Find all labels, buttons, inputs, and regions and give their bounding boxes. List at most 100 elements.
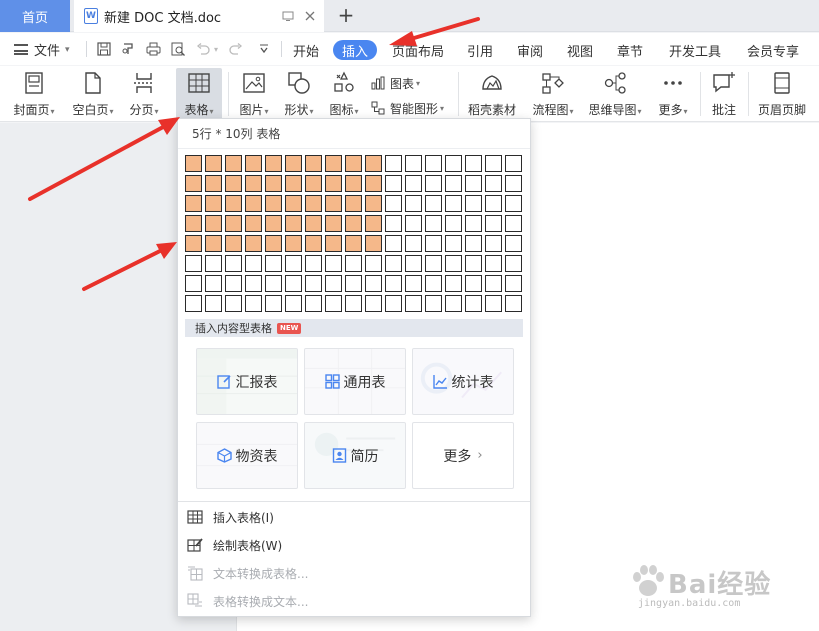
table-grid-cell[interactable] — [425, 255, 442, 272]
table-grid-cell[interactable] — [325, 255, 342, 272]
tab-review[interactable]: 审阅 — [516, 40, 544, 60]
print-icon[interactable] — [145, 41, 161, 57]
table-grid-cell[interactable] — [325, 175, 342, 192]
tab-member-exclusive[interactable]: 会员专享 — [746, 40, 800, 60]
table-grid-cell[interactable] — [385, 215, 402, 232]
more-button[interactable]: 更多▾ — [653, 68, 693, 120]
table-grid-cell[interactable] — [325, 155, 342, 172]
table-grid-cell[interactable] — [265, 275, 282, 292]
table-grid-cell[interactable] — [445, 155, 462, 172]
picture-button[interactable]: 图片▾ — [234, 68, 274, 120]
docer-material-button[interactable]: 稻壳素材 — [464, 68, 520, 120]
table-grid-cell[interactable] — [405, 175, 422, 192]
more-tables-card[interactable]: 更多 › — [412, 422, 514, 489]
table-grid-cell[interactable] — [485, 275, 502, 292]
file-menu-button[interactable]: 文件 ▾ — [14, 40, 70, 59]
smart-graphic-button[interactable]: 智能图形 ▾ — [371, 99, 444, 117]
table-grid-cell[interactable] — [225, 235, 242, 252]
table-grid-cell[interactable] — [365, 155, 382, 172]
table-grid-cell[interactable] — [305, 275, 322, 292]
table-grid-cell[interactable] — [425, 275, 442, 292]
table-grid-cell[interactable] — [205, 155, 222, 172]
table-grid-cell[interactable] — [465, 295, 482, 312]
table-grid-cell[interactable] — [265, 155, 282, 172]
table-grid-cell[interactable] — [325, 215, 342, 232]
table-grid-cell[interactable] — [185, 275, 202, 292]
table-grid-cell[interactable] — [305, 195, 322, 212]
table-grid-cell[interactable] — [225, 175, 242, 192]
table-grid-cell[interactable] — [325, 235, 342, 252]
table-grid-cell[interactable] — [465, 215, 482, 232]
table-grid-cell[interactable] — [365, 195, 382, 212]
table-grid-cell[interactable] — [205, 195, 222, 212]
home-tab[interactable]: 首页 — [0, 0, 70, 32]
table-grid-cell[interactable] — [425, 295, 442, 312]
insert-table-menu-item[interactable]: 插入表格(I) — [187, 505, 517, 529]
table-grid-cell[interactable] — [465, 255, 482, 272]
tab-developer-tools[interactable]: 开发工具 — [668, 40, 722, 60]
table-grid-cell[interactable] — [305, 255, 322, 272]
table-grid-cell[interactable] — [325, 295, 342, 312]
table-button[interactable]: 表格▾ — [176, 68, 222, 120]
table-grid-cell[interactable] — [185, 255, 202, 272]
table-grid-cell[interactable] — [385, 295, 402, 312]
table-grid-cell[interactable] — [385, 275, 402, 292]
chart-button[interactable]: 图表 ▾ — [371, 74, 420, 92]
table-grid-cell[interactable] — [345, 235, 362, 252]
table-grid-cell[interactable] — [345, 195, 362, 212]
table-grid-cell[interactable] — [185, 235, 202, 252]
table-grid-cell[interactable] — [245, 235, 262, 252]
table-grid-cell[interactable] — [445, 175, 462, 192]
table-grid-cell[interactable] — [405, 155, 422, 172]
table-grid-cell[interactable] — [205, 275, 222, 292]
table-grid-cell[interactable] — [225, 215, 242, 232]
table-grid-cell[interactable] — [365, 175, 382, 192]
table-to-text-menu-item[interactable]: 表格转换成文本... — [187, 589, 517, 613]
new-tab-button[interactable]: + — [334, 3, 358, 27]
table-grid-cell[interactable] — [345, 175, 362, 192]
table-grid-cell[interactable] — [405, 215, 422, 232]
table-grid-cell[interactable] — [305, 175, 322, 192]
mindmap-button[interactable]: 思维导图▾ — [585, 68, 645, 120]
table-grid-cell[interactable] — [505, 175, 522, 192]
tab-page-layout[interactable]: 页面布局 — [392, 40, 444, 60]
table-grid-cell[interactable] — [345, 255, 362, 272]
table-grid-cell[interactable] — [505, 215, 522, 232]
report-table-card[interactable]: 汇报表 — [196, 348, 298, 415]
table-grid-cell[interactable] — [445, 235, 462, 252]
table-grid-cell[interactable] — [245, 275, 262, 292]
table-grid-cell[interactable] — [465, 155, 482, 172]
flowchart-button[interactable]: 流程图▾ — [527, 68, 579, 120]
table-grid-cell[interactable] — [385, 195, 402, 212]
table-grid-cell[interactable] — [445, 295, 462, 312]
table-grid-cell[interactable] — [245, 195, 262, 212]
table-grid-cell[interactable] — [265, 295, 282, 312]
table-grid-cell[interactable] — [205, 295, 222, 312]
table-grid-cell[interactable] — [345, 275, 362, 292]
close-tab-icon[interactable] — [302, 8, 318, 24]
table-grid-cell[interactable] — [485, 235, 502, 252]
cover-page-button[interactable]: 封面页▾ — [8, 68, 60, 120]
tab-home[interactable]: 开始 — [292, 40, 320, 60]
table-grid-cell[interactable] — [465, 195, 482, 212]
table-grid-cell[interactable] — [405, 235, 422, 252]
table-grid-cell[interactable] — [425, 215, 442, 232]
table-grid-cell[interactable] — [305, 235, 322, 252]
undo-dropdown-icon[interactable]: ▾ — [211, 41, 221, 57]
table-grid-cell[interactable] — [305, 155, 322, 172]
table-grid-cell[interactable] — [485, 155, 502, 172]
table-grid-cell[interactable] — [325, 195, 342, 212]
materials-table-card[interactable]: 物资表 — [196, 422, 298, 489]
table-grid-cell[interactable] — [245, 295, 262, 312]
table-grid-cell[interactable] — [505, 195, 522, 212]
table-grid-cell[interactable] — [365, 235, 382, 252]
table-grid-cell[interactable] — [465, 175, 482, 192]
blank-page-button[interactable]: 空白页▾ — [67, 68, 119, 120]
table-grid-cell[interactable] — [285, 255, 302, 272]
table-grid-cell[interactable] — [485, 295, 502, 312]
table-grid-cell[interactable] — [205, 215, 222, 232]
table-grid-cell[interactable] — [245, 215, 262, 232]
icon-library-button[interactable]: 图标▾ — [324, 68, 364, 120]
tab-references[interactable]: 引用 — [466, 40, 494, 60]
table-grid-cell[interactable] — [445, 195, 462, 212]
